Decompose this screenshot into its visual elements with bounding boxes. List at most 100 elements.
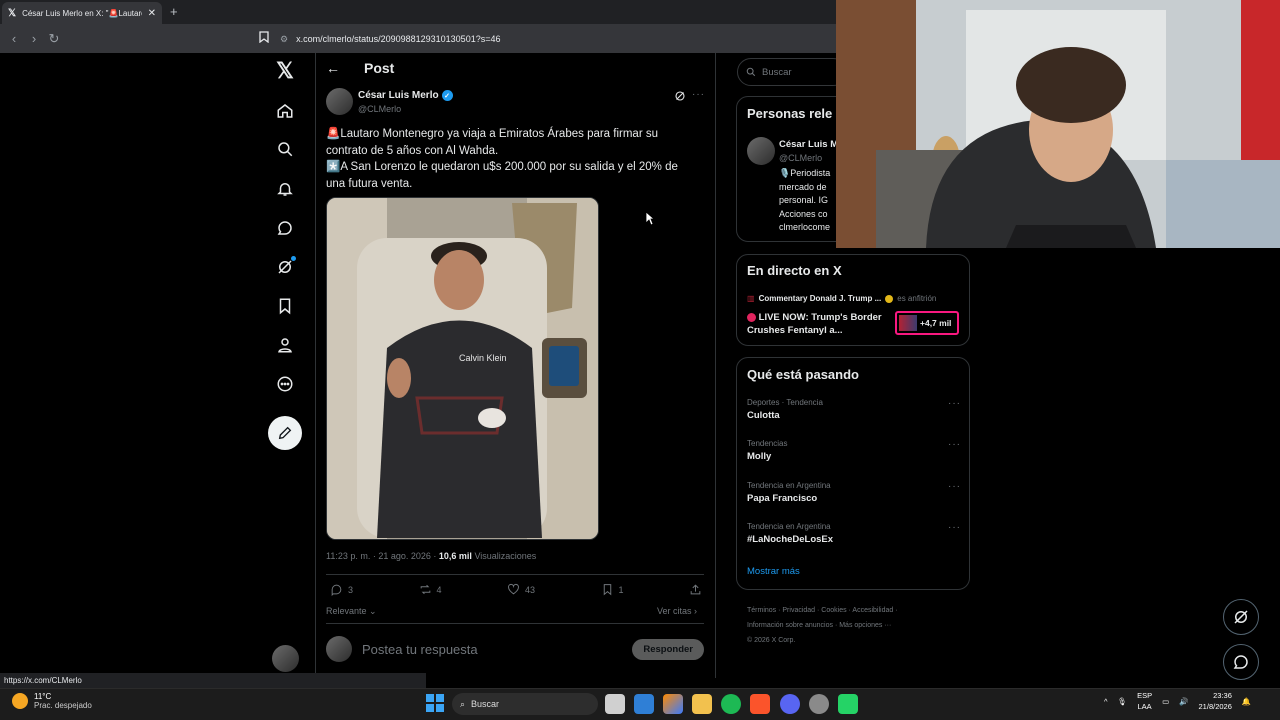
grok-icon[interactable] [270,252,300,282]
trend-more-icon[interactable]: ··· [948,398,961,409]
spotify-icon[interactable] [721,694,741,714]
network-icon[interactable]: ▭ [1162,697,1169,706]
grok-explain-icon[interactable] [674,89,686,107]
like-button[interactable]: 43 [507,583,535,596]
notification-bell-icon[interactable]: 🔔 [1242,697,1251,706]
browser-tab[interactable]: 𝕏 César Luis Merlo en X: "🚨Lautaro ✕ [2,2,162,24]
brave-browser-icon[interactable] [750,694,770,714]
view-quotes-link[interactable]: Ver citas › [657,606,697,616]
whats-happening-card: Qué está pasando Deportes · Tendencia Cu… [736,357,970,590]
profile-icon[interactable] [270,330,300,360]
author-avatar[interactable] [326,88,353,115]
close-tab-icon[interactable]: ✕ [148,8,156,19]
repost-button[interactable]: 4 [419,583,442,596]
trend-more-icon[interactable]: ··· [948,439,961,450]
microphone-icon[interactable]: 🎙 [1118,697,1128,706]
trend-category: Deportes · Tendencia [747,398,823,407]
live-stream-title: LIVE NOW: Trump's Border Crushes Fentany… [747,312,882,336]
site-info-icon[interactable]: ⚙ [280,34,288,45]
listener-avatars-icon [899,315,917,331]
search-placeholder: Buscar [762,66,792,78]
tray-chevron-up-icon[interactable]: ^ [1104,697,1108,706]
reply-input[interactable]: Postea tu respuesta [362,642,622,657]
back-arrow-icon[interactable]: ← [326,60,340,76]
search-icon[interactable] [270,134,300,164]
notifications-icon[interactable] [270,174,300,204]
bio-line: Acciones co [779,208,828,219]
author-name-row[interactable]: César Luis Merlo ✓ [358,90,453,101]
search-icon: ⌕ [460,698,466,709]
sort-replies-dropdown[interactable]: Relevante ⌄ [326,606,377,617]
trend-name: Culotta [747,410,780,421]
language-indicator[interactable]: ESP LAA [1137,690,1152,712]
taskbar-search[interactable]: ⌕ Buscar [452,693,598,715]
more-icon[interactable] [270,369,300,399]
bio-line: mercado de [779,181,827,192]
bookmark-button[interactable]: 1 [601,583,624,596]
live-stream-link[interactable]: LIVE NOW: Trump's Border Crushes Fentany… [747,311,897,337]
trend-more-icon[interactable]: ··· [948,522,961,533]
relevant-name[interactable]: César Luis M [779,139,838,150]
whatsapp-icon[interactable] [838,694,858,714]
post-image[interactable]: Calvin Klein [326,197,599,540]
show-more-link[interactable]: Mostrar más [747,566,800,577]
trend-item[interactable]: Tendencia en Argentina #LaNocheDeLosEx ·… [747,522,961,545]
home-icon[interactable] [270,96,300,126]
messages-icon [1233,655,1248,669]
back-icon[interactable]: ‹ [4,31,24,46]
new-tab-icon[interactable]: + [170,4,178,19]
volume-icon[interactable]: 🔊 [1179,697,1188,706]
discord-icon[interactable] [780,694,800,714]
trend-category: Tendencia en Argentina [747,522,831,531]
task-view-icon[interactable] [605,694,625,714]
share-button[interactable] [689,583,702,596]
footer-line[interactable]: Términos · Privacidad · Cookies · Accesi… [747,603,967,618]
windows-start-icon[interactable] [426,694,444,717]
trend-item[interactable]: Tendencias Molly ··· [747,439,961,462]
file-explorer-icon[interactable] [692,694,712,714]
weather-widget[interactable]: 11°C Prac. despejado [12,692,92,710]
system-tray: ^ 🎙 ESP LAA ▭ 🔊 23:36 21/8/2026 🔔 [1104,690,1251,712]
author-name[interactable]: César Luis Merlo [358,90,439,101]
reply-submit-button[interactable]: Responder [632,638,704,660]
live-on-x-card: En directo en X ▥ Commentary Donald J. T… [736,254,970,346]
app-icon[interactable] [634,694,654,714]
post-timestamp[interactable]: 11:23 p. m. · 21 ago. 2026 · [326,551,439,561]
divider [326,574,704,575]
url-text: x.com/clmerlo/status/2090988129310130501… [296,34,501,44]
live-title: En directo en X [747,263,842,278]
post-more-options-icon[interactable]: ··· [692,89,705,100]
x-logo-icon[interactable]: 𝕏 [270,56,300,86]
repost-count: 4 [436,584,442,595]
grok-floating-button[interactable] [1223,599,1259,635]
live-host-row[interactable]: ▥ Commentary Donald J. Trump ... es anfi… [747,294,967,303]
live-listeners-badge[interactable]: +4,7 mil [895,311,959,335]
hoodie-brand-text: Calvin Klein [459,353,507,363]
compose-post-button[interactable] [268,416,302,450]
account-avatar[interactable] [272,645,299,672]
airplane-seat-photo [327,198,598,539]
reply-button[interactable]: 3 [330,583,353,596]
messages-floating-button[interactable] [1223,644,1259,680]
messages-icon[interactable] [270,213,300,243]
verified-badge-icon: ✓ [441,90,453,101]
footer-line[interactable]: Información sobre anuncios · Más opcione… [747,618,967,633]
bio-line: 🎙️Periodista [779,168,831,178]
address-bar[interactable]: ⚙ x.com/clmerlo/status/20909881293101305… [280,30,840,48]
search-input[interactable]: Buscar [737,58,847,86]
obs-icon[interactable] [809,694,829,714]
trend-more-icon[interactable]: ··· [948,481,961,492]
trend-item[interactable]: Tendencia en Argentina Papa Francisco ··… [747,481,961,504]
bookmarks-icon[interactable] [270,291,300,321]
forward-icon[interactable]: › [24,31,44,46]
relevant-avatar[interactable] [747,137,775,165]
lang-line2: LAA [1137,702,1152,711]
reload-icon[interactable]: ↻ [44,31,64,47]
clock[interactable]: 23:36 21/8/2026 [1199,690,1232,712]
author-handle[interactable]: @CLMerlo [358,104,401,114]
webcam-video [836,0,1280,248]
weather-icon [12,693,28,709]
copilot-icon[interactable] [663,694,683,714]
trend-item[interactable]: Deportes · Tendencia Culotta ··· [747,398,961,421]
bookmark-page-icon[interactable] [259,31,269,46]
